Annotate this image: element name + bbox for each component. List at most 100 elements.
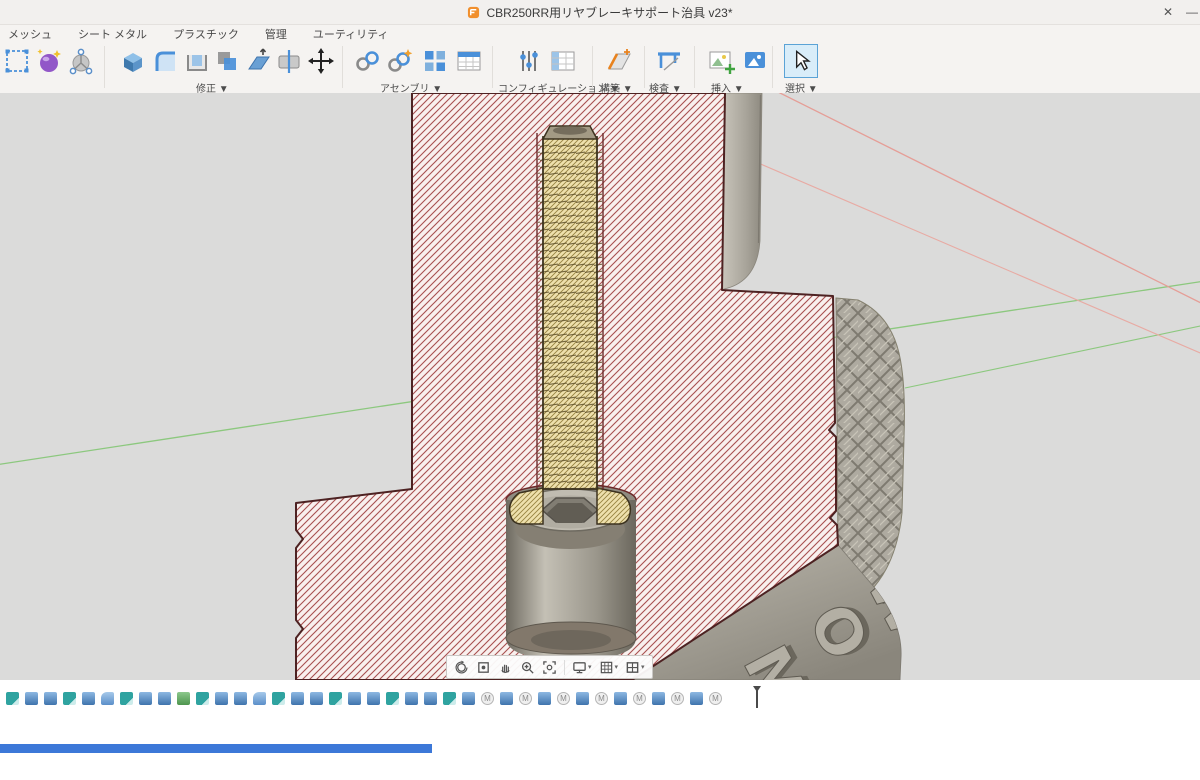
insert-decal-button[interactable] bbox=[740, 46, 770, 76]
timeline-feature-icon[interactable]: M bbox=[709, 692, 722, 705]
timeline-feature-icon[interactable] bbox=[348, 692, 361, 705]
app-window: CBR250RR用リヤブレーキサポート治具 v23* ✕ — メッシュ シート … bbox=[0, 0, 1200, 780]
construct-plane-button[interactable] bbox=[604, 46, 634, 76]
timeline-feature-icon[interactable] bbox=[652, 692, 665, 705]
look-at-icon[interactable] bbox=[476, 660, 491, 675]
timeline-feature-icon[interactable] bbox=[367, 692, 380, 705]
timeline-feature-icon[interactable] bbox=[690, 692, 703, 705]
timeline-feature-icon[interactable] bbox=[215, 692, 228, 705]
timeline-feature-icon[interactable]: M bbox=[671, 692, 684, 705]
timeline-feature-icon[interactable] bbox=[405, 692, 418, 705]
timeline-feature-icon[interactable] bbox=[177, 692, 190, 705]
parameters-table-button[interactable] bbox=[454, 46, 484, 76]
toolbar-separator bbox=[772, 46, 773, 88]
timeline-feature-icon[interactable] bbox=[272, 692, 285, 705]
timeline-feature-icon[interactable] bbox=[291, 692, 304, 705]
timeline-feature-icon[interactable] bbox=[538, 692, 551, 705]
timeline-feature-icon[interactable] bbox=[234, 692, 247, 705]
measure-button[interactable] bbox=[654, 46, 684, 76]
timeline-feature-icon[interactable] bbox=[386, 692, 399, 705]
mesh-section-button[interactable] bbox=[2, 46, 32, 76]
fillet-icon bbox=[150, 46, 180, 76]
cylinder-surface[interactable] bbox=[722, 93, 762, 290]
timeline-feature-icon[interactable] bbox=[424, 692, 437, 705]
toolbar-separator bbox=[342, 46, 343, 88]
timeline-feature-icon[interactable] bbox=[329, 692, 342, 705]
insert-canvas-button[interactable] bbox=[706, 46, 736, 76]
bolt-shaft[interactable] bbox=[537, 126, 603, 489]
timeline-feature-icon[interactable] bbox=[196, 692, 209, 705]
select-button[interactable] bbox=[784, 44, 818, 78]
navbar-separator bbox=[564, 660, 565, 675]
joint-icon bbox=[384, 46, 414, 76]
combine-button[interactable] bbox=[212, 46, 242, 76]
tab-utilities[interactable]: ユーティリティ bbox=[313, 26, 389, 42]
timeline-feature-icon[interactable] bbox=[500, 692, 513, 705]
minimize-icon[interactable]: — bbox=[1178, 0, 1200, 24]
pan-icon[interactable] bbox=[498, 660, 513, 675]
mesh-box-icon bbox=[2, 46, 32, 76]
new-component-button[interactable] bbox=[352, 46, 382, 76]
network-sphere-icon bbox=[66, 46, 96, 76]
combine-icon bbox=[212, 46, 242, 76]
timeline-feature-icon[interactable]: M bbox=[481, 692, 494, 705]
caliper-icon bbox=[654, 46, 684, 76]
timeline-feature-icon[interactable]: M bbox=[519, 692, 532, 705]
timeline-feature-icon[interactable] bbox=[25, 692, 38, 705]
timeline-track: MMMMMMM bbox=[6, 692, 722, 705]
toolbar-separator bbox=[104, 46, 105, 88]
fit-icon[interactable] bbox=[542, 660, 557, 675]
display-settings-icon[interactable]: ▾ bbox=[572, 660, 592, 675]
timeline-feature-icon[interactable] bbox=[462, 692, 475, 705]
zoom-icon[interactable] bbox=[520, 660, 535, 675]
fusion-logo-icon bbox=[467, 6, 480, 19]
viewports-icon[interactable]: ▾ bbox=[625, 660, 645, 675]
timeline-feature-icon[interactable] bbox=[614, 692, 627, 705]
timeline-feature-icon[interactable] bbox=[253, 692, 266, 705]
timeline-feature-icon[interactable] bbox=[139, 692, 152, 705]
configuration-table-button[interactable] bbox=[548, 46, 578, 76]
thread-lines bbox=[538, 141, 602, 489]
grid-settings-icon[interactable]: ▾ bbox=[599, 660, 619, 675]
tab-manage[interactable]: 管理 bbox=[265, 26, 287, 42]
timeline-feature-icon[interactable] bbox=[82, 692, 95, 705]
viewport[interactable]: MOW MOW bbox=[0, 93, 1200, 680]
orbit-icon[interactable] bbox=[454, 660, 469, 675]
timeline-playhead[interactable] bbox=[752, 686, 762, 710]
press-pull-button[interactable] bbox=[118, 46, 148, 76]
configure-button[interactable] bbox=[514, 46, 544, 76]
timeline-feature-icon[interactable]: M bbox=[633, 692, 646, 705]
timeline-feature-icon[interactable]: M bbox=[595, 692, 608, 705]
viewport-canvas[interactable]: MOW MOW bbox=[0, 93, 1200, 680]
timeline-feature-icon[interactable]: M bbox=[557, 692, 570, 705]
pattern-button[interactable] bbox=[420, 46, 450, 76]
timeline-feature-icon[interactable] bbox=[310, 692, 323, 705]
tab-plastic[interactable]: プラスチック bbox=[173, 26, 239, 42]
bolt-head[interactable] bbox=[510, 488, 631, 549]
table-icon bbox=[454, 46, 484, 76]
split-body-icon bbox=[274, 46, 304, 76]
insert-mesh-button[interactable] bbox=[34, 46, 64, 76]
offset-face-button[interactable] bbox=[244, 46, 274, 76]
timeline-feature-icon[interactable] bbox=[101, 692, 114, 705]
timeline-feature-icon[interactable] bbox=[158, 692, 171, 705]
grid-squares-icon bbox=[420, 46, 450, 76]
shell-button[interactable] bbox=[182, 46, 212, 76]
split-body-button[interactable] bbox=[274, 46, 304, 76]
timeline-feature-icon[interactable] bbox=[6, 692, 19, 705]
tab-mesh[interactable]: メッシュ bbox=[8, 26, 52, 42]
timeline-feature-icon[interactable] bbox=[120, 692, 133, 705]
knurled-surface[interactable] bbox=[836, 298, 904, 587]
timeline-feature-icon[interactable] bbox=[63, 692, 76, 705]
joint-button[interactable] bbox=[384, 46, 414, 76]
timeline-feature-icon[interactable] bbox=[44, 692, 57, 705]
move-icon bbox=[306, 46, 336, 76]
link-icon bbox=[352, 46, 382, 76]
fillet-button[interactable] bbox=[150, 46, 180, 76]
reduce-mesh-button[interactable] bbox=[66, 46, 96, 76]
move-copy-button[interactable] bbox=[306, 46, 336, 76]
timeline-feature-icon[interactable] bbox=[576, 692, 589, 705]
tab-sheet-metal[interactable]: シート メタル bbox=[78, 26, 147, 42]
cube-icon bbox=[118, 46, 148, 76]
timeline-feature-icon[interactable] bbox=[443, 692, 456, 705]
